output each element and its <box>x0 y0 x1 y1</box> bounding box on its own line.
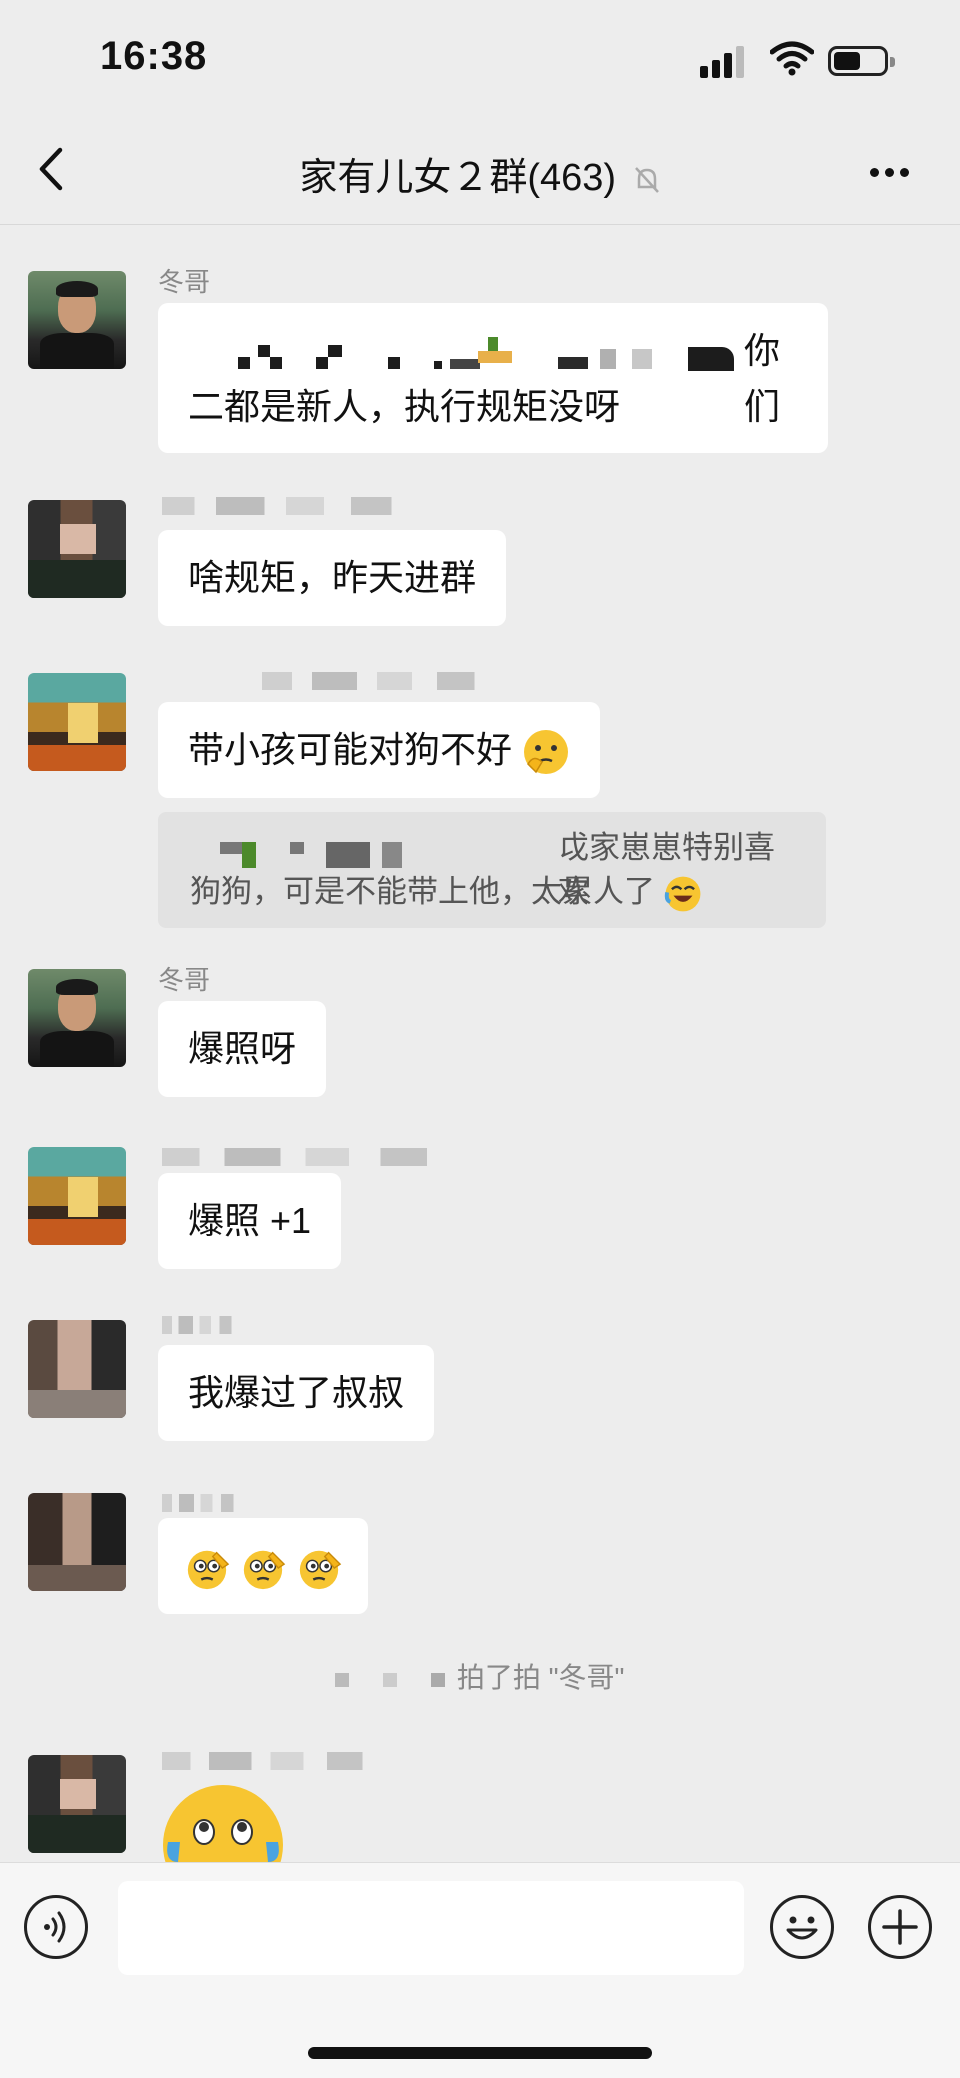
sender-name <box>162 1752 398 1770</box>
message-bubble[interactable]: 啥规矩，昨天进群 <box>158 530 507 626</box>
smiley-icon <box>786 1916 818 1940</box>
sender-name <box>162 1316 244 1334</box>
home-indicator <box>308 2047 652 2059</box>
sender-name <box>162 497 432 515</box>
quote-block[interactable]: 戉家崽崽特别喜欢 狗狗，可是不能带上他，太累人了 <box>158 812 826 928</box>
wifi-icon <box>770 41 814 76</box>
voice-icon <box>44 1911 66 1943</box>
sender-name: 冬哥 <box>158 965 211 995</box>
system-message-text: 拍了拍 "冬哥" <box>456 1662 625 1693</box>
chat-title: 家有儿女２群(463) <box>299 157 617 199</box>
voice-button[interactable] <box>24 1895 88 1959</box>
avatar[interactable] <box>28 1147 126 1245</box>
avatar[interactable] <box>28 673 126 771</box>
message-text: 带小孩可能对狗不好 <box>188 729 513 770</box>
message-text: 爆照呀 <box>188 1028 297 1069</box>
avatar[interactable] <box>28 1320 126 1418</box>
avatar[interactable] <box>28 500 126 598</box>
message-text: 你们 <box>744 330 781 427</box>
crying-emoji-icon[interactable] <box>160 1782 286 1862</box>
nav-bar: 家有儿女２群(463) <box>0 108 960 225</box>
plus-icon <box>882 1909 918 1945</box>
quote-text: 戉家崽崽特别喜欢 <box>558 830 775 909</box>
page-title: 家有儿女２群(463) <box>0 146 960 201</box>
sender-name <box>262 672 512 690</box>
sender-name: 冬哥 <box>158 267 211 297</box>
message-text: 二都是新人，执行规矩没呀 <box>188 386 621 427</box>
system-message: 拍了拍 "冬哥" <box>0 1656 960 1696</box>
more-dots-icon[interactable] <box>870 164 915 182</box>
message-text: 啥规矩，昨天进群 <box>188 557 477 598</box>
plus-button[interactable] <box>868 1895 932 1959</box>
message-bubble[interactable]: 爆照 +1 <box>158 1173 342 1269</box>
avatar[interactable] <box>28 1493 126 1591</box>
message-bubble[interactable]: 爆照呀 <box>158 1001 327 1097</box>
message-text: 我爆过了叔叔 <box>188 1372 405 1413</box>
message-text: 爆照 +1 <box>188 1200 312 1241</box>
sender-name <box>162 1148 474 1166</box>
battery-icon <box>828 46 895 76</box>
input-bar <box>0 1862 960 2078</box>
message-bubble[interactable]: 我爆过了叔叔 <box>158 1345 435 1441</box>
signal-icon <box>700 44 750 78</box>
status-time: 16:38 <box>100 34 208 78</box>
avatar[interactable] <box>28 1755 126 1853</box>
avatar[interactable] <box>28 969 126 1067</box>
message-input[interactable] <box>118 1881 744 1975</box>
message-bubble[interactable]: 带小孩可能对狗不好 <box>158 702 601 798</box>
salute-emoji-icon <box>187 1551 230 1590</box>
message-bubble[interactable] <box>158 1518 369 1614</box>
sender-name <box>162 1494 246 1512</box>
avatar[interactable] <box>28 271 126 369</box>
salute-emoji-icon <box>299 1551 342 1590</box>
salute-emoji-icon <box>243 1551 286 1590</box>
thinking-emoji-icon <box>524 730 569 775</box>
bell-slash-icon <box>634 167 659 193</box>
emoji-button[interactable] <box>770 1895 834 1959</box>
message-bubble[interactable]: 你们 二都是新人，执行规矩没呀 <box>158 303 828 453</box>
